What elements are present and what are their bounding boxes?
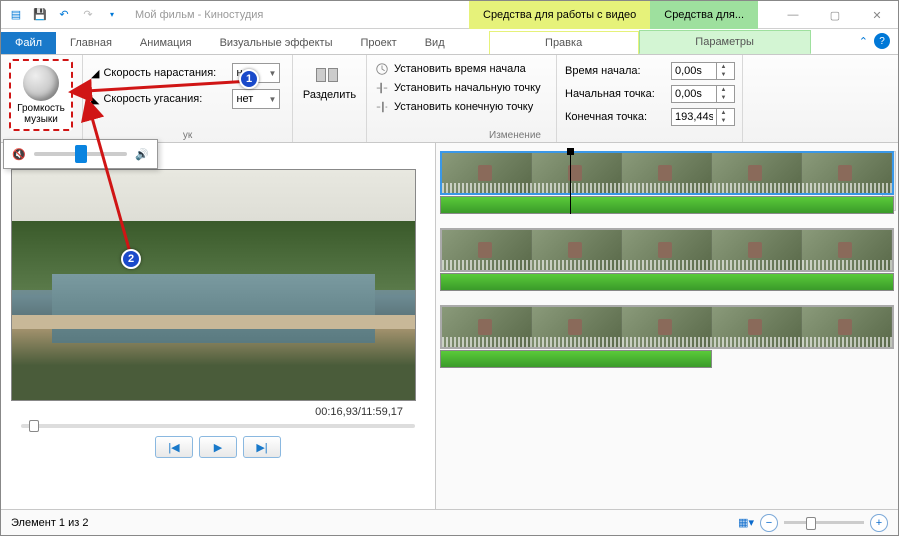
tab-file[interactable]: Файл: [1, 32, 56, 54]
volume-thumb[interactable]: [75, 145, 87, 163]
ribbon-tabs: Файл Главная Анимация Визуальные эффекты…: [1, 29, 898, 55]
preview-pane: 🔇 🔊 00:16,93/11:59,17 |◀ ▶ ▶|: [1, 143, 435, 509]
quick-access-toolbar: ▤ 💾 ↶ ↷ ▾: [1, 6, 127, 24]
audio-clip-3[interactable]: [440, 350, 712, 368]
status-element: Элемент 1 из 2: [11, 517, 88, 529]
video-clip-2[interactable]: [440, 228, 894, 272]
start-point-field[interactable]: ▲▼: [671, 85, 735, 103]
redo-icon[interactable]: ↷: [79, 6, 97, 24]
end-point-field[interactable]: ▲▼: [671, 108, 735, 126]
timeline-pane[interactable]: [435, 143, 898, 509]
preview-monitor[interactable]: [11, 169, 416, 401]
prev-frame-button[interactable]: |◀: [155, 436, 193, 458]
collapse-ribbon-icon[interactable]: ⌃: [859, 35, 868, 48]
content-area: 🔇 🔊 00:16,93/11:59,17 |◀ ▶ ▶|: [1, 143, 898, 509]
zoom-out-button[interactable]: −: [760, 514, 778, 532]
context-tab-audio[interactable]: Средства для...: [650, 1, 758, 29]
time-display: 00:16,93/11:59,17: [11, 401, 425, 420]
next-frame-button[interactable]: ▶|: [243, 436, 281, 458]
tab-animation[interactable]: Анимация: [126, 32, 206, 54]
maximize-button[interactable]: ▢: [814, 1, 856, 29]
audio-clip-2[interactable]: [440, 273, 894, 291]
split-button[interactable]: Разделить: [295, 59, 364, 107]
transport-controls: |◀ ▶ ▶|: [11, 436, 425, 458]
tab-home[interactable]: Главная: [56, 32, 126, 54]
video-clip-3[interactable]: [440, 305, 894, 349]
start-time-field[interactable]: ▲▼: [671, 62, 735, 80]
fade-icon: ◢: [91, 67, 99, 80]
statusbar: Элемент 1 из 2 ▦▾ − +: [1, 509, 898, 535]
music-volume-label: Громкость музыки: [17, 103, 65, 125]
fade-in-label: Скорость нарастания:: [103, 67, 228, 79]
volume-popup: 🔇 🔊: [3, 139, 158, 169]
save-icon[interactable]: 💾: [31, 6, 49, 24]
fade-out-combo[interactable]: нет▼: [232, 89, 280, 109]
app-icon[interactable]: ▤: [7, 6, 25, 24]
set-start-time-button[interactable]: Установить время начала: [375, 62, 548, 76]
music-volume-button[interactable]: Громкость музыки: [9, 59, 73, 131]
seekbar[interactable]: [21, 424, 415, 428]
context-tabs: Средства для работы с видео Средства для…: [469, 1, 758, 29]
play-button[interactable]: ▶: [199, 436, 237, 458]
window-title: Мой фильм - Киностудия: [135, 9, 263, 21]
help-icon[interactable]: ?: [874, 33, 890, 49]
titlebar: ▤ 💾 ↶ ↷ ▾ Мой фильм - Киностудия Средств…: [1, 1, 898, 29]
undo-icon[interactable]: ↶: [55, 6, 73, 24]
video-clip-1[interactable]: [440, 151, 894, 195]
fade-icon: ◣: [91, 93, 99, 106]
group-change-label: Изменение: [367, 130, 663, 141]
tab-visual-effects[interactable]: Визуальные эффекты: [206, 32, 347, 54]
annotation-badge-1: 1: [239, 69, 259, 89]
fade-out-label: Скорость угасания:: [103, 93, 228, 105]
tab-edit[interactable]: Правка: [489, 31, 639, 54]
minimize-button[interactable]: —: [772, 1, 814, 29]
ribbon: Громкость музыки ◢ Скорость нарастания: …: [1, 55, 898, 143]
audio-clip-1[interactable]: [440, 196, 894, 214]
set-end-point-button[interactable]: Установить конечную точку: [375, 100, 548, 114]
qat-dropdown-icon[interactable]: ▾: [103, 6, 121, 24]
tab-project[interactable]: Проект: [346, 32, 410, 54]
tab-view[interactable]: Вид: [411, 32, 459, 54]
zoom-controls: ▦▾ − +: [738, 514, 888, 532]
speaker-icon: [23, 65, 59, 101]
end-point-label: Конечная точка:: [565, 108, 655, 126]
set-start-point-button[interactable]: Установить начальную точку: [375, 81, 548, 95]
zoom-slider[interactable]: [784, 521, 864, 524]
close-button[interactable]: ✕: [856, 1, 898, 29]
volume-slider[interactable]: [34, 152, 128, 156]
start-time-label: Время начала:: [565, 62, 655, 80]
thumbnail-view-icon[interactable]: ▦▾: [738, 516, 754, 529]
playhead[interactable]: [570, 151, 571, 214]
window-buttons: — ▢ ✕: [772, 1, 898, 29]
split-label: Разделить: [303, 89, 356, 101]
volume-icon: 🔊: [135, 148, 149, 161]
tab-params[interactable]: Параметры: [639, 30, 811, 54]
annotation-badge-2: 2: [121, 249, 141, 269]
context-tab-video[interactable]: Средства для работы с видео: [469, 1, 650, 29]
split-icon: [316, 65, 344, 85]
mute-icon[interactable]: 🔇: [12, 148, 26, 161]
start-point-label: Начальная точка:: [565, 85, 655, 103]
zoom-in-button[interactable]: +: [870, 514, 888, 532]
